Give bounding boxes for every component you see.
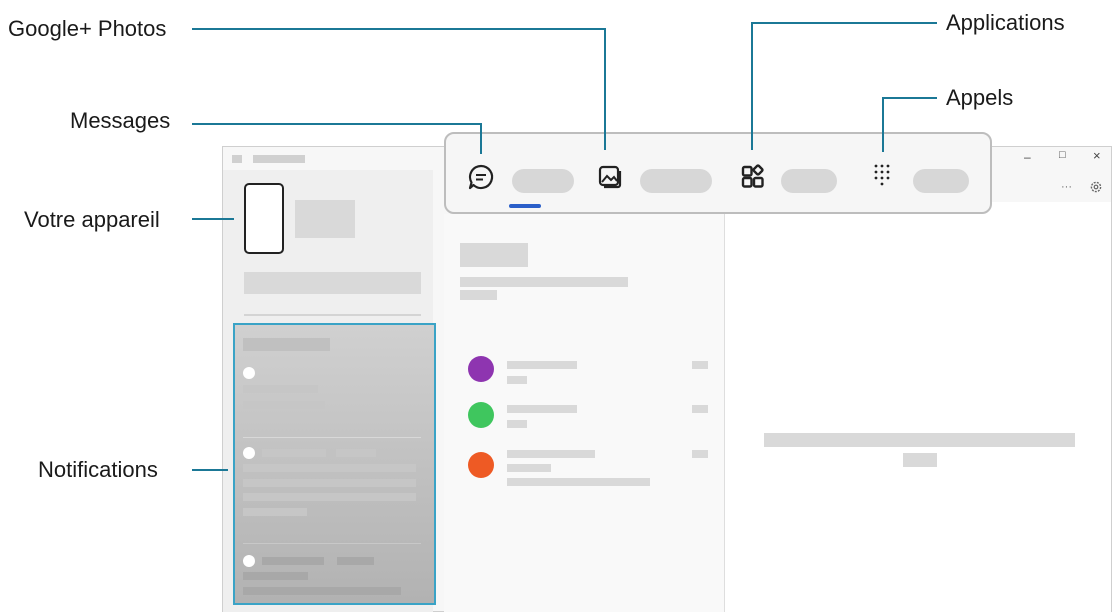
tab-applications-label[interactable]: [781, 169, 837, 193]
device-phone-icon: [244, 183, 284, 254]
list-subtitle: [460, 277, 628, 287]
callout-applications: Applications: [946, 10, 1065, 35]
more-options-button[interactable]: ···: [1061, 181, 1072, 193]
window-app-icon: [232, 155, 242, 163]
notification-item[interactable]: [243, 555, 255, 567]
notification-line: [243, 587, 401, 595]
notification-line: [243, 385, 318, 393]
photo-icon[interactable]: [597, 164, 623, 190]
notification-line: [243, 401, 325, 409]
tab-appels-label[interactable]: [913, 169, 969, 193]
tab-active-indicator: [509, 204, 541, 208]
leader-applications: [751, 22, 937, 150]
notification-item[interactable]: [243, 367, 255, 379]
apps-grid-icon[interactable]: [740, 164, 766, 190]
notification-line: [262, 449, 326, 457]
contact-avatar[interactable]: [468, 452, 494, 478]
conversation-line: [507, 464, 551, 472]
maximize-button[interactable]: □: [1059, 149, 1066, 161]
window-title: [253, 155, 305, 163]
notification-line: [243, 464, 416, 472]
sidebar-divider: [244, 314, 421, 316]
list-title: [460, 243, 528, 267]
conversation-line: [507, 478, 650, 486]
conversation-time: [692, 405, 708, 413]
gear-icon[interactable]: [1089, 180, 1103, 194]
contact-avatar[interactable]: [468, 356, 494, 382]
callout-google-photos: Google+ Photos: [8, 16, 167, 41]
conversation-line: [507, 361, 577, 369]
detail-placeholder-button: [903, 453, 937, 467]
notification-line: [243, 493, 416, 501]
callout-notifications: Notifications: [38, 457, 158, 482]
close-button[interactable]: ×: [1093, 148, 1101, 163]
conversation-time: [692, 450, 708, 458]
minimize-button[interactable]: –: [1024, 150, 1031, 164]
tab-messages-label[interactable]: [512, 169, 574, 193]
tab-photos-label[interactable]: [640, 169, 712, 193]
notifications-header: [243, 338, 330, 351]
callout-votre-appareil: Votre appareil: [24, 207, 160, 232]
conversation-line: [507, 450, 595, 458]
notification-line: [262, 557, 324, 565]
detail-placeholder-text: [764, 433, 1075, 447]
callout-appels: Appels: [946, 85, 1014, 110]
device-name-placeholder: [295, 200, 355, 238]
device-status-bar: [244, 272, 421, 294]
conversation-line: [507, 405, 577, 413]
notification-line: [336, 449, 376, 457]
conversation-time: [692, 361, 708, 369]
notification-divider: [243, 543, 421, 544]
conversation-line: [507, 376, 527, 384]
notification-divider: [243, 437, 421, 438]
notification-item[interactable]: [243, 447, 255, 459]
notification-line: [243, 572, 308, 580]
conversation-line: [507, 420, 527, 428]
notification-line: [243, 479, 416, 487]
detail-pane: [725, 202, 1111, 612]
notification-line: [337, 557, 374, 565]
callout-messages: Messages: [70, 108, 171, 133]
list-subtitle: [460, 290, 497, 300]
dialpad-icon[interactable]: [872, 163, 896, 189]
notification-line: [243, 508, 307, 516]
contact-avatar[interactable]: [468, 402, 494, 428]
chat-bubble-icon[interactable]: [467, 163, 495, 191]
